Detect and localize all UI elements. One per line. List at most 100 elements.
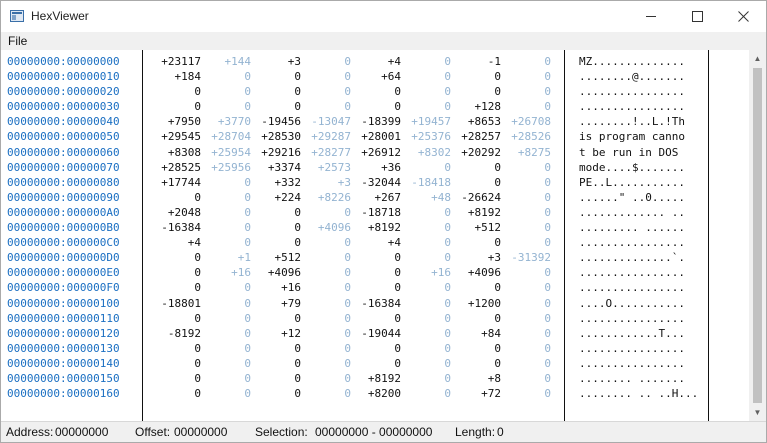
- hex-value-cell[interactable]: +184: [156, 69, 202, 84]
- hex-value-cell[interactable]: 0: [506, 265, 551, 280]
- row-ascii[interactable]: ........ .. ..H...: [579, 386, 698, 401]
- hex-value-cell[interactable]: 0: [456, 175, 501, 190]
- hex-row[interactable]: 00000000:00000000 +23117 +144 +3 0 +4 0 -1 0 MZ..…: [1, 54, 749, 69]
- row-ascii[interactable]: PE..L...........: [579, 175, 685, 190]
- hex-row[interactable]: 00000000:00000120 -8192 0 +12 0 -19044 0 +84 0..…: [1, 326, 749, 341]
- row-ascii[interactable]: ........@.......: [579, 69, 685, 84]
- hex-value-cell[interactable]: +4096: [306, 220, 351, 235]
- hex-value-cell[interactable]: 0: [256, 235, 301, 250]
- hex-row[interactable]: 00000000:00000070 +28525 +25956 +3374 +2573 +…: [1, 160, 749, 175]
- hex-value-cell[interactable]: 0: [506, 205, 551, 220]
- hex-value-cell[interactable]: -19456: [256, 114, 301, 129]
- hex-value-cell[interactable]: +1: [206, 250, 251, 265]
- row-ascii[interactable]: t be run in DOS: [579, 145, 685, 160]
- hex-value-cell[interactable]: +8192: [356, 220, 401, 235]
- hex-value-cell[interactable]: 0: [306, 235, 351, 250]
- hex-value-cell[interactable]: 0: [506, 84, 551, 99]
- hex-row[interactable]: 00000000:00000060 +8308 +25954 +29216 +28277…: [1, 145, 749, 160]
- hex-value-cell[interactable]: 0: [206, 99, 251, 114]
- hex-value-cell[interactable]: +28530: [256, 129, 301, 144]
- hex-value-cell[interactable]: +4096: [456, 265, 501, 280]
- hex-value-cell[interactable]: +64: [356, 69, 401, 84]
- row-ascii[interactable]: mode....$.......: [579, 160, 685, 175]
- hex-value-cell[interactable]: 0: [506, 356, 551, 371]
- hex-view[interactable]: 00000000:00000000 +23117 +144 +3 0 +4 0 -1 0 MZ..…: [1, 50, 766, 421]
- row-ascii[interactable]: ................: [579, 99, 685, 114]
- hex-value-cell[interactable]: +512: [456, 220, 502, 235]
- row-ascii[interactable]: ......" ..0.....: [579, 190, 685, 205]
- row-ascii[interactable]: ............. ..: [579, 205, 685, 220]
- hex-value-cell[interactable]: +8192: [456, 205, 501, 220]
- hex-row[interactable]: 00000000:00000050 +29545 +28704 +28530 +2928…: [1, 129, 749, 144]
- hex-value-cell[interactable]: 0: [256, 386, 301, 401]
- row-ascii[interactable]: ..............`.: [579, 250, 685, 265]
- hex-value-cell[interactable]: 0: [206, 175, 251, 190]
- row-ascii[interactable]: ......... ......: [579, 220, 685, 235]
- hex-value-cell[interactable]: +79: [256, 296, 301, 311]
- hex-value-cell[interactable]: +28001: [356, 129, 401, 144]
- hex-value-cell[interactable]: 0: [356, 265, 401, 280]
- hex-row[interactable]: 00000000:000000E0 0 +16 +4096 0 0 +16 +4096 0...…: [1, 265, 749, 280]
- hex-value-cell[interactable]: 0: [206, 311, 251, 326]
- hex-row[interactable]: 00000000:00000160 0 0 0 0 +8200 0 +72 0........ …: [1, 386, 749, 401]
- hex-value-cell[interactable]: 0: [206, 84, 251, 99]
- hex-value-cell[interactable]: 0: [256, 205, 301, 220]
- hex-value-cell[interactable]: +3: [456, 250, 501, 265]
- hex-value-cell[interactable]: 0: [506, 311, 551, 326]
- hex-value-cell[interactable]: -18718: [356, 205, 401, 220]
- hex-value-cell[interactable]: 0: [306, 205, 351, 220]
- hex-value-cell[interactable]: 0: [406, 356, 451, 371]
- hex-value-cell[interactable]: 0: [156, 280, 201, 295]
- row-ascii[interactable]: ................: [579, 311, 685, 326]
- hex-value-cell[interactable]: 0: [206, 280, 251, 295]
- hex-value-cell[interactable]: 0: [256, 99, 301, 114]
- hex-value-cell[interactable]: 0: [356, 84, 401, 99]
- hex-value-cell[interactable]: +16: [256, 280, 301, 295]
- hex-row[interactable]: 00000000:000000C0 +4 0 0 0 +4 0 0 0.............…: [1, 235, 749, 250]
- hex-value-cell[interactable]: 0: [456, 235, 501, 250]
- hex-value-cell[interactable]: +8200: [356, 386, 401, 401]
- hex-value-cell[interactable]: 0: [406, 386, 451, 401]
- hex-value-cell[interactable]: +4: [356, 235, 401, 250]
- hex-value-cell[interactable]: +128: [456, 99, 502, 114]
- hex-value-cell[interactable]: 0: [256, 356, 301, 371]
- hex-value-cell[interactable]: +25956: [206, 160, 251, 175]
- hex-value-cell[interactable]: +4: [156, 235, 201, 250]
- hex-value-cell[interactable]: +8275: [506, 145, 551, 160]
- hex-value-cell[interactable]: 0: [306, 296, 351, 311]
- row-ascii[interactable]: ........ .......: [579, 371, 685, 386]
- hex-value-cell[interactable]: 0: [506, 371, 551, 386]
- hex-value-cell[interactable]: +84: [456, 326, 501, 341]
- hex-value-cell[interactable]: 0: [256, 341, 301, 356]
- scroll-down-button[interactable]: ▼: [749, 404, 766, 421]
- hex-value-cell[interactable]: 0: [356, 280, 401, 295]
- hex-value-cell[interactable]: +224: [256, 190, 302, 205]
- hex-value-cell[interactable]: +512: [256, 250, 302, 265]
- hex-value-cell[interactable]: -16384: [356, 296, 401, 311]
- hex-value-cell[interactable]: 0: [456, 69, 501, 84]
- hex-value-cell[interactable]: +25376: [406, 129, 451, 144]
- hex-value-cell[interactable]: 0: [406, 99, 451, 114]
- hex-value-cell[interactable]: -13047: [306, 114, 351, 129]
- hex-value-cell[interactable]: 0: [256, 371, 301, 386]
- hex-value-cell[interactable]: +8653: [456, 114, 501, 129]
- hex-row[interactable]: 00000000:00000080 +17744 0 +332 +3 -32044 -184…: [1, 175, 749, 190]
- hex-value-cell[interactable]: +332: [256, 175, 302, 190]
- hex-value-cell[interactable]: -26624: [456, 190, 501, 205]
- hex-value-cell[interactable]: 0: [406, 160, 451, 175]
- hex-value-cell[interactable]: 0: [456, 84, 501, 99]
- hex-row[interactable]: 00000000:00000130 0 0 0 0 0 0 0 0...............…: [1, 341, 749, 356]
- hex-row[interactable]: 00000000:00000020 0 0 0 0 0 0 0 0...............…: [1, 84, 749, 99]
- hex-value-cell[interactable]: 0: [156, 341, 201, 356]
- hex-value-cell[interactable]: +20292: [456, 145, 501, 160]
- hex-value-cell[interactable]: -32044: [356, 175, 401, 190]
- hex-value-cell[interactable]: 0: [406, 341, 451, 356]
- hex-value-cell[interactable]: 0: [356, 341, 401, 356]
- hex-value-cell[interactable]: +29545: [156, 129, 201, 144]
- hex-value-cell[interactable]: 0: [306, 84, 351, 99]
- hex-value-cell[interactable]: +25954: [206, 145, 251, 160]
- hex-value-cell[interactable]: +3374: [256, 160, 301, 175]
- hex-value-cell[interactable]: +28257: [456, 129, 501, 144]
- hex-value-cell[interactable]: 0: [506, 160, 551, 175]
- hex-value-cell[interactable]: 0: [206, 326, 251, 341]
